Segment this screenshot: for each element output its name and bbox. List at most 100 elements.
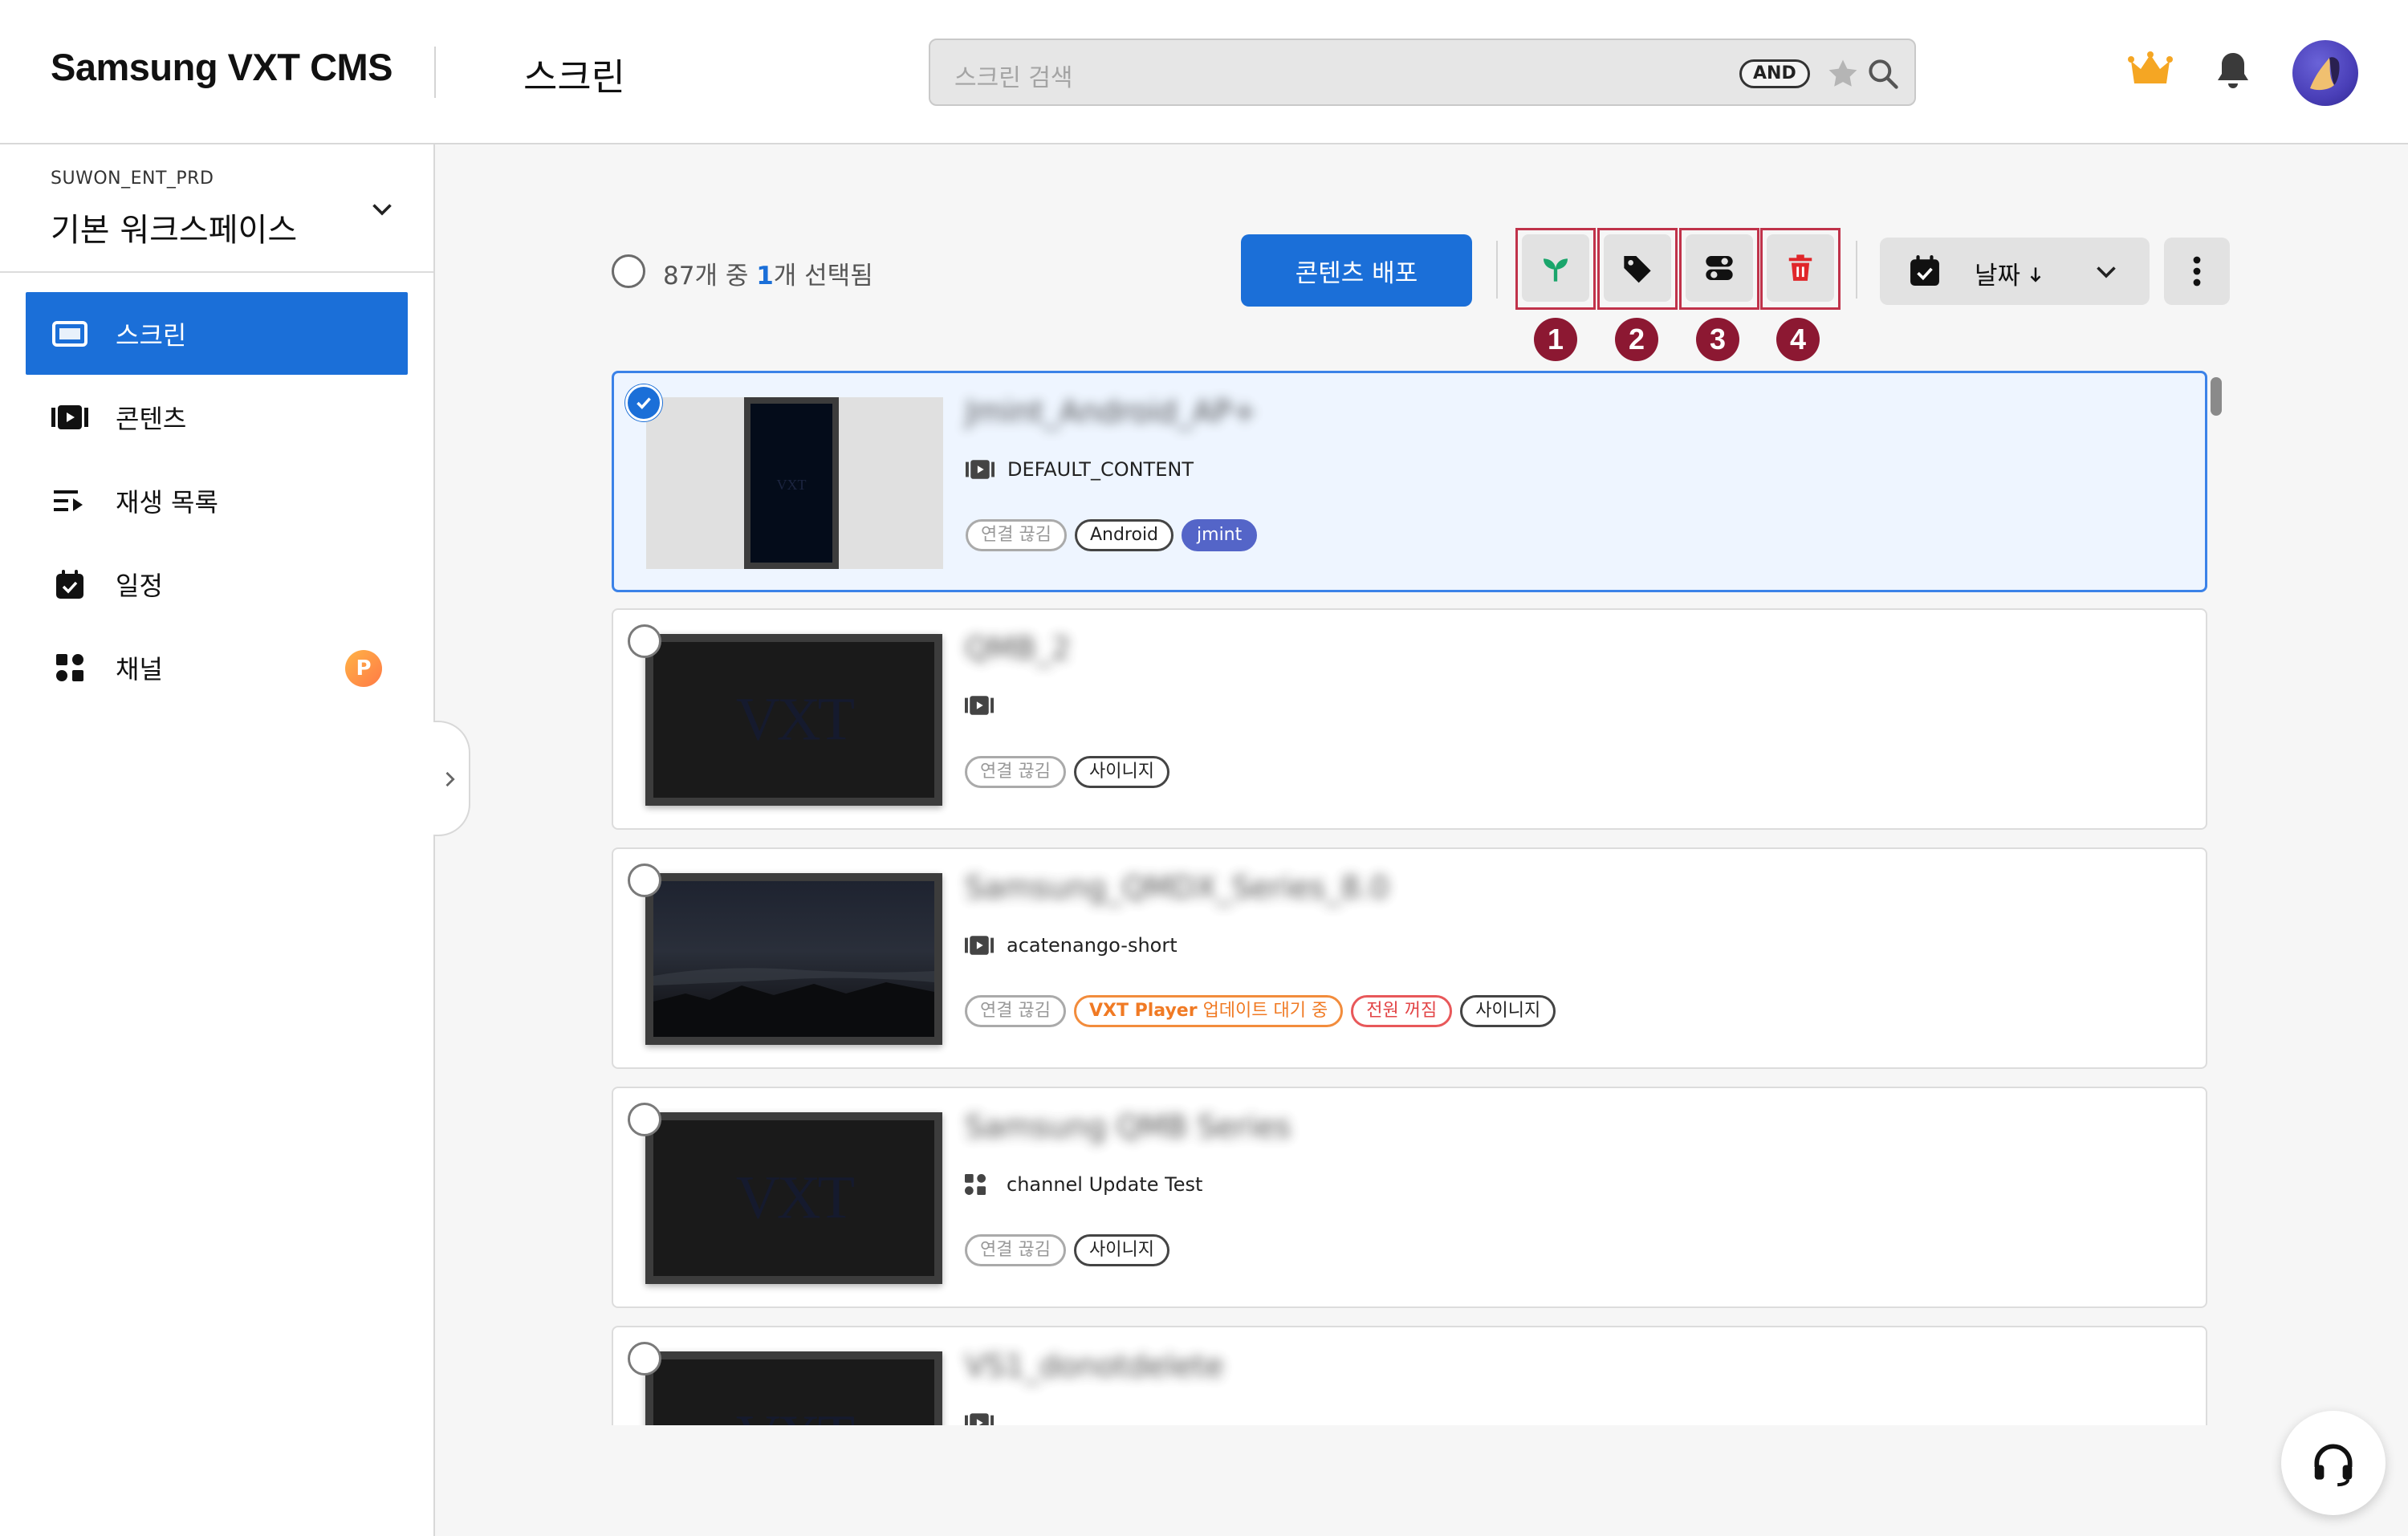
- screen-name[interactable]: Samsung_QMDX_Series_8.0: [965, 870, 1389, 905]
- bell-icon[interactable]: [2214, 50, 2252, 93]
- sidebar-item-playlist[interactable]: 재생 목록: [26, 459, 408, 542]
- sidebar-item-content[interactable]: 콘텐츠: [26, 376, 408, 458]
- delete-button[interactable]: [1767, 234, 1834, 302]
- sidebar-item-schedule[interactable]: 일정: [26, 542, 408, 625]
- row-checkbox-checked[interactable]: [625, 384, 662, 421]
- screen-thumbnail: VXT: [645, 1351, 942, 1425]
- screen-name[interactable]: Samsung QMB Series: [965, 1109, 1291, 1144]
- content-icon: [965, 935, 994, 956]
- seedling-button[interactable]: [1522, 234, 1589, 302]
- selection-count: 87개 중 1개 선택됨: [663, 255, 873, 291]
- screen-card[interactable]: Samsung_QMDX_Series_8.0 acatenango-short…: [612, 847, 2207, 1069]
- search-mode-and-toggle[interactable]: AND: [1739, 59, 1810, 88]
- row-checkbox[interactable]: [628, 1103, 661, 1136]
- sidebar-item-label: 채널: [116, 653, 163, 685]
- sidebar-item-label: 콘텐츠: [116, 403, 187, 434]
- calendar-icon: [51, 568, 88, 600]
- status-badge: 연결 끊김: [965, 756, 1066, 788]
- tag-badge: 사이니지: [1073, 1234, 1169, 1266]
- screen-list[interactable]: VXT Jmint_Android_AP+ DEFAULT_CONTENT 연결…: [610, 369, 2215, 1425]
- sidebar-item-label: 일정: [116, 570, 163, 601]
- tag-list: 연결 끊김 Android jmint: [966, 519, 1258, 551]
- crown-icon[interactable]: [2128, 51, 2173, 87]
- screen-content: channel Update Test: [965, 1173, 1202, 1196]
- tag-list: 연결 끊김 사이니지: [965, 1234, 1169, 1266]
- content-name: acatenango-short: [1007, 934, 1178, 957]
- search-input[interactable]: 스크린 검색 AND: [929, 39, 1916, 106]
- deploy-content-button[interactable]: 콘텐츠 배포: [1241, 234, 1472, 307]
- sidebar-item-screens[interactable]: 스크린: [26, 292, 408, 375]
- status-badge: 연결 끊김: [965, 1234, 1066, 1266]
- screen-name[interactable]: Jmint_Android_AP+: [966, 394, 1257, 429]
- user-avatar[interactable]: [2292, 40, 2358, 106]
- brand-logo[interactable]: Samsung VXT CMS: [51, 45, 393, 89]
- annotation-marker-4: 4: [1776, 318, 1820, 361]
- sort-dropdown[interactable]: 날짜: [1880, 238, 2150, 305]
- sidebar-collapse-toggle[interactable]: [433, 721, 470, 836]
- screen-content: acatenango-short: [965, 934, 1178, 957]
- divider: [0, 271, 433, 273]
- tag-badge: 사이니지: [1073, 756, 1169, 788]
- avatar-image: [2310, 57, 2340, 91]
- workspace-selector[interactable]: 기본 워크스페이스: [51, 204, 297, 250]
- content-icon: [966, 459, 995, 480]
- power-off-badge: 전원 꺼짐: [1351, 995, 1453, 1027]
- toolbar-divider: [1856, 241, 1857, 299]
- row-checkbox[interactable]: [628, 1342, 661, 1375]
- screen-name[interactable]: QMB_2: [965, 631, 1071, 666]
- sidebar-item-channel[interactable]: 채널 P: [26, 626, 408, 709]
- tag-button[interactable]: [1604, 234, 1671, 302]
- list-scrollbar[interactable]: [2211, 377, 2222, 416]
- screen-content: [965, 1412, 1007, 1425]
- tag-badge: jmint: [1182, 519, 1258, 551]
- screen-card[interactable]: VXT QMB_2 연결 끊김 사이니지: [612, 608, 2207, 830]
- row-checkbox[interactable]: [628, 624, 661, 658]
- sidebar: SUWON_ENT_PRD 기본 워크스페이스 스크린 콘텐츠 재생 목록 일정…: [0, 144, 435, 1536]
- search-placeholder: 스크린 검색: [954, 64, 1073, 92]
- arrow-down-icon: [2030, 267, 2041, 282]
- screen-thumbnail: VXT: [645, 634, 942, 806]
- star-icon[interactable]: [1825, 56, 1861, 91]
- badge-product: VXT Player: [1088, 1001, 1198, 1021]
- select-all-checkbox[interactable]: [612, 254, 645, 288]
- screen-card[interactable]: VXT VS1_donotdelete: [612, 1326, 2207, 1425]
- checkmark-icon: [637, 397, 651, 409]
- tag-badge: 사이니지: [1460, 995, 1556, 1027]
- tag-list: 연결 끊김 사이니지: [965, 756, 1169, 788]
- chevron-down-icon[interactable]: [368, 194, 397, 223]
- screen-content: DEFAULT_CONTENT: [966, 458, 1194, 481]
- toggle-settings-button[interactable]: [1686, 234, 1753, 302]
- thumbnail-logo: VXT: [735, 1164, 855, 1232]
- channel-name: channel Update Test: [1007, 1173, 1203, 1196]
- screen-card[interactable]: VXT Samsung QMB Series channel Update Te…: [612, 1087, 2207, 1308]
- trash-icon: [1788, 254, 1812, 281]
- sort-field: 날짜: [1975, 262, 2021, 291]
- thumbnail-logo: VXT: [735, 685, 855, 754]
- content-icon: [965, 1412, 994, 1425]
- sort-label: 날짜: [1975, 255, 2043, 291]
- toggle-icon: [1706, 256, 1733, 280]
- search-icon[interactable]: [1865, 56, 1901, 91]
- selection-prefix: 87개 중: [663, 262, 757, 291]
- toolbar-divider: [1496, 241, 1498, 299]
- chevron-right-icon: [445, 771, 455, 787]
- annotation-marker-3: 3: [1696, 318, 1739, 361]
- screen-card[interactable]: VXT Jmint_Android_AP+ DEFAULT_CONTENT 연결…: [612, 371, 2207, 592]
- more-options-button[interactable]: [2164, 238, 2230, 305]
- premium-badge: P: [345, 650, 382, 687]
- page-title: 스크린: [523, 55, 625, 99]
- tag-badge: Android: [1074, 519, 1174, 551]
- badge-status: 업데이트 대기 중: [1197, 1001, 1328, 1021]
- chevron-down-icon: [2097, 266, 2116, 278]
- support-button[interactable]: [2281, 1411, 2386, 1515]
- annotation-marker-1: 1: [1534, 318, 1577, 361]
- channel-icon: [51, 652, 88, 684]
- screen-name[interactable]: VS1_donotdelete: [965, 1348, 1224, 1384]
- content-name: DEFAULT_CONTENT: [1007, 458, 1194, 481]
- channel-icon: [965, 1174, 994, 1195]
- sidebar-item-label: 스크린: [116, 319, 187, 351]
- selection-number: 1: [756, 262, 774, 291]
- row-checkbox[interactable]: [628, 863, 661, 897]
- content-icon: [965, 695, 994, 716]
- seedling-icon: [1544, 258, 1568, 282]
